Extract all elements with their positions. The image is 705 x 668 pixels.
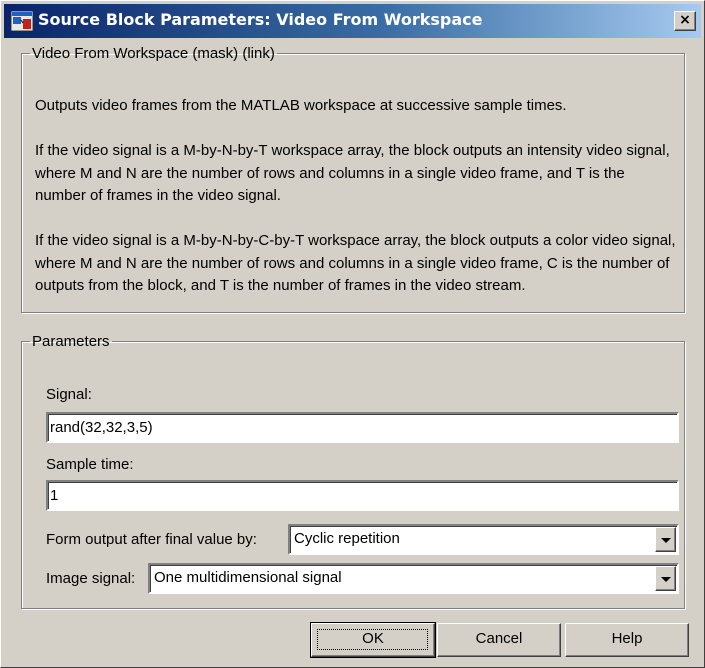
cancel-button-label: Cancel	[475, 630, 523, 647]
dialog-window: Source Block Parameters: Video From Work…	[0, 0, 705, 668]
help-button[interactable]: Help	[565, 623, 689, 657]
image-signal-select[interactable]: One multidimensional signal	[148, 563, 679, 594]
focus-rectangle	[317, 629, 428, 650]
sample-time-label: Sample time:	[46, 456, 134, 473]
form-output-select[interactable]: Cyclic repetition	[288, 524, 679, 555]
sample-time-input[interactable]	[46, 480, 679, 511]
chevron-down-icon[interactable]	[655, 566, 676, 591]
window-title: Source Block Parameters: Video From Work…	[38, 10, 483, 29]
simulink-block-icon	[11, 11, 33, 31]
block-description-title: Video From Workspace (mask) (link)	[32, 45, 275, 62]
image-signal-label: Image signal:	[46, 570, 136, 587]
parameters-group: Parameters Signal: Sample time: Form out…	[21, 333, 685, 609]
parameters-title: Parameters	[32, 333, 110, 350]
form-output-value: Cyclic repetition	[294, 530, 400, 547]
help-button-label: Help	[611, 630, 643, 647]
chevron-down-icon[interactable]	[655, 527, 676, 552]
cancel-button[interactable]: Cancel	[437, 623, 561, 657]
description-paragraph-3: If the video signal is a M-by-N-by-C-by-…	[35, 232, 676, 294]
close-button[interactable]: ×	[674, 11, 696, 31]
signal-input[interactable]	[46, 412, 679, 443]
image-signal-value: One multidimensional signal	[154, 569, 342, 586]
title-bar[interactable]: Source Block Parameters: Video From Work…	[4, 4, 701, 38]
block-description-group: Video From Workspace (mask) (link) Outpu…	[21, 45, 685, 313]
form-output-label: Form output after final value by:	[46, 531, 257, 548]
signal-label: Signal:	[46, 386, 92, 403]
description-paragraph-2: If the video signal is a M-by-N-by-T wor…	[35, 142, 670, 204]
description-paragraph-1: Outputs video frames from the MATLAB wor…	[35, 97, 567, 114]
ok-button[interactable]: OK	[310, 622, 436, 658]
